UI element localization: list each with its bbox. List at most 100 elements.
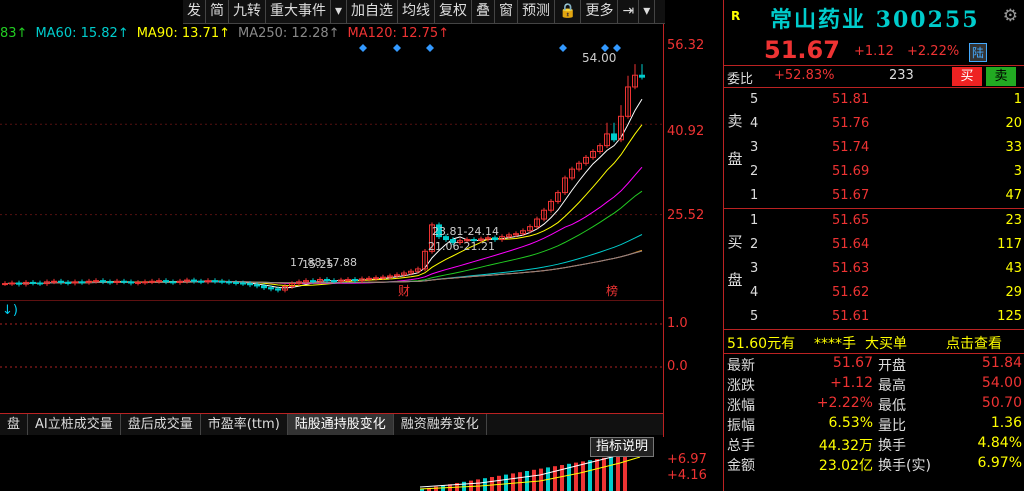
sub-tick-label: 0.0 bbox=[667, 359, 688, 374]
bids-px: 51.61 bbox=[832, 309, 870, 324]
toolbar-button[interactable]: 更多 bbox=[581, 0, 619, 24]
stat-k1: 振幅 bbox=[727, 418, 755, 434]
bids-lv: 1 bbox=[750, 213, 759, 228]
stat-k2: 换手 bbox=[878, 438, 906, 454]
stat-row: 最新 51.67 开盘 51.84 bbox=[724, 354, 1024, 374]
toolbar-button[interactable]: 九转 bbox=[229, 0, 266, 24]
candle-body bbox=[135, 281, 141, 284]
indicator-tab[interactable]: 陆股通持股变化 bbox=[287, 414, 394, 435]
weibi-volume: 233 bbox=[889, 68, 914, 83]
stat-k2: 量比 bbox=[878, 418, 906, 434]
toolbar-button[interactable]: 均线 bbox=[398, 0, 436, 24]
asks-lv: 4 bbox=[750, 116, 759, 131]
asks-row[interactable]: 5 51.81 1 bbox=[724, 88, 1024, 112]
asks-qty: 3 bbox=[1013, 164, 1022, 179]
candle-body bbox=[79, 281, 85, 284]
bid-book: 买盘 1 51.65 23 2 51.64 117 3 51.63 43 4 51.62 29 5 51.… bbox=[724, 209, 1024, 330]
indicator-panel bbox=[0, 300, 663, 368]
mini-bar bbox=[504, 474, 508, 491]
asks-px: 51.81 bbox=[832, 92, 870, 107]
bids-lv: 4 bbox=[750, 285, 759, 300]
asks-row[interactable]: 3 51.74 33 bbox=[724, 136, 1024, 160]
asks-lv: 1 bbox=[750, 188, 759, 203]
stat-v2: 1.36 bbox=[990, 415, 1022, 431]
toolbar-button[interactable]: 🔒 bbox=[555, 0, 582, 24]
stat-k1: 涨幅 bbox=[727, 398, 755, 414]
stat-v2: 54.00 bbox=[981, 375, 1022, 391]
candle-body bbox=[93, 280, 99, 283]
bids-row[interactable]: 2 51.64 117 bbox=[724, 233, 1024, 257]
toolbar-button[interactable]: 简 bbox=[206, 0, 229, 24]
y-tick-label: 56.32 bbox=[667, 38, 705, 53]
bids-row[interactable]: 1 51.65 23 bbox=[724, 209, 1024, 233]
stat-v2: 4.84% bbox=[977, 435, 1022, 451]
toolbar-button[interactable]: 重大事件 bbox=[266, 0, 331, 24]
toolbar-button[interactable]: ▾ bbox=[639, 0, 656, 24]
asks-row[interactable]: 1 51.67 47 bbox=[724, 184, 1024, 208]
buy-button[interactable]: 买 bbox=[952, 67, 982, 86]
stat-k2: 最高 bbox=[878, 378, 906, 394]
big-order-banner[interactable]: 51.60元有 ****手 大买单 点击查看 bbox=[724, 330, 1024, 354]
mini-bar bbox=[476, 479, 480, 491]
hk-connect-badge: 陆 bbox=[969, 43, 988, 62]
candle-body bbox=[219, 280, 225, 283]
toolbar-button[interactable]: ⇥ bbox=[618, 0, 640, 24]
bids-qty: 29 bbox=[1005, 285, 1022, 300]
price-change-pct: +2.22% bbox=[907, 44, 960, 59]
toolbar-button[interactable]: 复权 bbox=[435, 0, 473, 24]
bids-lv: 2 bbox=[750, 237, 759, 252]
asks-px: 51.69 bbox=[832, 164, 870, 179]
indicator-tab[interactable]: AI立桩成交量 bbox=[28, 414, 121, 435]
candle-body bbox=[149, 280, 155, 283]
candlestick-chart[interactable]: 54.0023.81-24.1421.06-21.2117.88-17.8815… bbox=[0, 40, 663, 310]
price-axis bbox=[663, 24, 723, 437]
ma-legend-item: MA250: 12.28↑ bbox=[238, 26, 340, 41]
toolbar-button[interactable]: 预测 bbox=[518, 0, 556, 24]
price-change: +1.12 bbox=[854, 44, 894, 59]
chart-toolbar: 发简九转 重大事件 ▾ 加自选 均线 复权叠窗预测 🔒 更多 ⇥ ▾ bbox=[183, 0, 665, 24]
gear-icon[interactable]: ⚙ bbox=[1003, 6, 1018, 26]
stat-v1: 51.67 bbox=[832, 355, 873, 371]
asks-qty: 1 bbox=[1013, 92, 1022, 107]
indicator-tab[interactable]: 融资融券变化 bbox=[394, 414, 487, 435]
candle-body bbox=[310, 280, 316, 283]
mini-bar bbox=[609, 456, 613, 491]
asks-row[interactable]: 2 51.69 3 bbox=[724, 160, 1024, 184]
candle-body bbox=[100, 280, 106, 283]
toolbar-button[interactable]: ▾ bbox=[331, 0, 348, 24]
asks-px: 51.76 bbox=[832, 116, 870, 131]
candle-body bbox=[16, 282, 22, 285]
indicator-tab[interactable]: 市盈率(ttm) bbox=[201, 414, 288, 435]
candle-body bbox=[163, 280, 169, 283]
asks-row[interactable]: 4 51.76 20 bbox=[724, 112, 1024, 136]
toolbar-button[interactable]: 加自选 bbox=[347, 0, 399, 24]
bids-row[interactable]: 4 51.62 29 bbox=[724, 281, 1024, 305]
range-annotation: 15.25 bbox=[302, 258, 334, 271]
candle-body bbox=[51, 280, 57, 283]
mini-bar bbox=[588, 460, 592, 491]
bids-qty: 23 bbox=[1005, 213, 1022, 228]
sell-button[interactable]: 卖 bbox=[986, 67, 1016, 86]
indicator-tab[interactable]: 盘 bbox=[0, 414, 29, 435]
candle-body bbox=[212, 280, 218, 283]
candle-body bbox=[233, 281, 239, 284]
bids-row[interactable]: 3 51.63 43 bbox=[724, 257, 1024, 281]
toolbar-button[interactable]: 叠 bbox=[472, 0, 496, 24]
toolbar-button[interactable]: 发 bbox=[183, 0, 206, 24]
mini-bar bbox=[434, 486, 438, 491]
sub-tick-label: 1.0 bbox=[667, 316, 688, 331]
mini-bar bbox=[497, 475, 501, 491]
indicator-hint-button[interactable]: 指标说明 bbox=[590, 437, 655, 457]
stat-v1: 23.02亿 bbox=[818, 458, 873, 474]
stat-row: 总手 44.32万 换手 4.84% bbox=[724, 434, 1024, 454]
mini-bar bbox=[469, 480, 473, 491]
candle-body bbox=[37, 282, 43, 285]
indicator-tab[interactable]: 盘后成交量 bbox=[121, 414, 201, 435]
bids-row[interactable]: 5 51.61 125 bbox=[724, 305, 1024, 329]
big-order-view-link[interactable]: 点击查看 bbox=[946, 333, 1002, 353]
toolbar-button[interactable]: 窗 bbox=[495, 0, 519, 24]
candle-body bbox=[156, 280, 162, 283]
bids-px: 51.65 bbox=[832, 213, 870, 228]
candle-body bbox=[107, 281, 113, 284]
asks-lv: 5 bbox=[750, 92, 759, 107]
